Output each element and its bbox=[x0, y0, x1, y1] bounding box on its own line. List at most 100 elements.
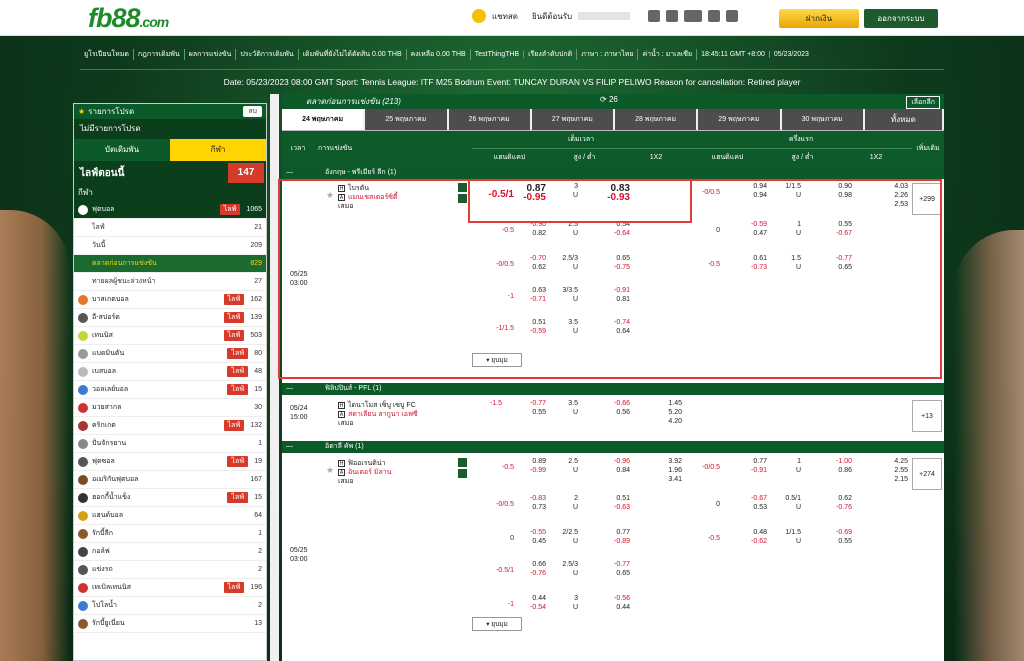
x12-odds[interactable]: 4.25 bbox=[878, 458, 908, 465]
nav-item[interactable]: เรียงลำดับปกติ bbox=[524, 49, 578, 60]
refresh-button[interactable]: ⟳ 26 bbox=[600, 95, 618, 104]
odds-value[interactable]: -0.76 bbox=[822, 504, 852, 511]
nav-item[interactable]: ค่าน้ำ : มาเลเซีย bbox=[638, 49, 698, 60]
odds-value[interactable]: 0.44 bbox=[600, 604, 630, 611]
under-label[interactable]: U bbox=[558, 570, 578, 577]
sidebar-subitem[interactable]: ไลฟ์ 21 bbox=[74, 219, 266, 237]
odds-value[interactable]: -0.99 bbox=[516, 467, 546, 474]
sidebar-subitem[interactable]: ตลาดก่อนการแข่งขัน 829 bbox=[74, 255, 266, 273]
odds-value[interactable]: 0.55 bbox=[516, 409, 546, 416]
collapse-button[interactable]: ▾ ยุบมุม bbox=[472, 617, 522, 631]
odds-value[interactable]: -0.77 bbox=[600, 561, 630, 568]
x12-odds[interactable]: 2.15 bbox=[878, 476, 908, 483]
sidebar-item-sport[interactable]: แบดมินตัน ไลฟ์ 80 bbox=[74, 345, 266, 363]
clear-favorites-button[interactable]: ลบ bbox=[243, 106, 262, 117]
ou-line[interactable]: 2/2.5 bbox=[558, 529, 578, 536]
odds-value[interactable]: -0.5 bbox=[690, 535, 720, 542]
x12-odds[interactable]: 4.20 bbox=[652, 418, 682, 425]
odds-value[interactable]: -0.5 bbox=[472, 464, 514, 471]
collapse-icon[interactable]: — bbox=[286, 169, 293, 176]
league-header[interactable]: — อังกฤษ - พรีเมียร์ ลีก (1) bbox=[282, 167, 944, 179]
under-label[interactable]: U bbox=[558, 504, 578, 511]
odds-value[interactable]: -1 bbox=[472, 601, 514, 608]
odds-value[interactable]: -0.54 bbox=[516, 604, 546, 611]
logo[interactable]: fb88.com bbox=[88, 3, 169, 34]
odds-value[interactable]: -0.96 bbox=[600, 458, 630, 465]
draw-label[interactable]: เสมอ bbox=[338, 418, 353, 429]
match-date[interactable]: 05/24 bbox=[290, 405, 308, 412]
x12-odds[interactable]: 5.20 bbox=[652, 409, 682, 416]
ou-line[interactable]: 3.5 bbox=[558, 400, 578, 407]
logout-button[interactable]: ออกจากระบบ bbox=[864, 9, 938, 28]
sidebar-item-sport[interactable]: อี-สปอร์ต ไลฟ์ 139 bbox=[74, 309, 266, 327]
date-tab[interactable]: 28 พฤษภาคม bbox=[615, 109, 697, 130]
sidebar-item-sport[interactable]: มวยสากล 30 bbox=[74, 399, 266, 417]
sidebar-item-sport[interactable]: วอลเลย์บอล ไลฟ์ 15 bbox=[74, 381, 266, 399]
star-icon[interactable]: ★ bbox=[326, 465, 334, 476]
odds-value[interactable]: -1.00 bbox=[822, 458, 852, 465]
date-tab[interactable]: 30 พฤษภาคม bbox=[781, 109, 863, 130]
date-tab[interactable]: 26 พฤษภาคม bbox=[448, 109, 530, 130]
sidebar-item-sport[interactable]: อเมริกันฟุตบอล 167 bbox=[74, 471, 266, 489]
x12-odds[interactable]: 1.96 bbox=[652, 467, 682, 474]
odds-value[interactable]: -0.91 bbox=[737, 467, 767, 474]
date-tab[interactable]: 27 พฤษภาคม bbox=[531, 109, 613, 130]
live-now-item[interactable]: ไลฟ์ตอนนี้ 147 bbox=[74, 161, 266, 185]
x12-odds[interactable]: 2.55 bbox=[878, 467, 908, 474]
sidebar-item-sport[interactable]: เทเบิลเทนนิส ไลฟ์ 196 bbox=[74, 579, 266, 597]
deposit-button[interactable]: ฝากเงิน bbox=[779, 9, 859, 28]
date-tab[interactable]: 29 พฤษภาคม bbox=[698, 109, 780, 130]
under-label[interactable]: U bbox=[558, 409, 578, 416]
odds-value[interactable]: -0.66 bbox=[600, 400, 630, 407]
collapse-icon[interactable]: — bbox=[286, 443, 293, 450]
odds-value[interactable]: 0.53 bbox=[737, 504, 767, 511]
sidebar-item-sport[interactable]: รักบี้ยูเนี่ยน 13 bbox=[74, 615, 266, 633]
sidebar-item-sport[interactable]: รักบี้ลีก 1 bbox=[74, 525, 266, 543]
nav-item[interactable]: เดิมพันที่ยังไม่ได้ตัดสิน 0.00 THB bbox=[299, 49, 407, 60]
sidebar-item-football[interactable]: ฟุตบอล ไลฟ์ 1065 bbox=[74, 201, 266, 219]
sidebar-item-sport[interactable]: โปโลน้ำ 2 bbox=[74, 597, 266, 615]
live-stream-icon[interactable] bbox=[458, 469, 467, 478]
odds-value[interactable]: -0/0.5 bbox=[690, 464, 720, 471]
ou-line[interactable]: 1 bbox=[777, 458, 801, 465]
odds-value[interactable]: -0.5/1 bbox=[472, 567, 514, 574]
odds-value[interactable]: -0.62 bbox=[737, 538, 767, 545]
odds-value[interactable]: -0.67 bbox=[737, 495, 767, 502]
odds-value[interactable]: 0.73 bbox=[516, 504, 546, 511]
odds-value[interactable]: 0.77 bbox=[737, 458, 767, 465]
select-league-button[interactable]: เลือกลีก bbox=[906, 96, 940, 109]
under-label[interactable]: U bbox=[558, 538, 578, 545]
sidebar-item-sport[interactable]: เทนนิส ไลฟ์ 503 bbox=[74, 327, 266, 345]
odds-value[interactable]: -0.89 bbox=[600, 538, 630, 545]
stats-icon[interactable] bbox=[458, 458, 467, 467]
sidebar-item-sport[interactable]: ปั่นจักรยาน 1 bbox=[74, 435, 266, 453]
under-label[interactable]: U bbox=[777, 467, 801, 474]
ou-line[interactable]: 1/1.5 bbox=[777, 529, 801, 536]
odds-value[interactable]: 0.55 bbox=[822, 538, 852, 545]
odds-value[interactable]: 0.51 bbox=[600, 495, 630, 502]
ou-line[interactable]: 3 bbox=[558, 595, 578, 602]
sidebar-item-sport[interactable]: คริกเกต ไลฟ์ 132 bbox=[74, 417, 266, 435]
chat-icon[interactable] bbox=[472, 9, 486, 23]
nav-item[interactable]: ประวัติการเดิมพัน bbox=[236, 49, 299, 60]
odds-value[interactable]: -0.69 bbox=[822, 529, 852, 536]
odds-value[interactable]: -1.5 bbox=[472, 400, 502, 407]
date-tab[interactable]: 25 พฤษภาคม bbox=[365, 109, 447, 130]
league-header[interactable]: — ฟิลิปปินส์ - PFL (1) bbox=[282, 383, 944, 395]
collapse-icon[interactable]: — bbox=[286, 385, 293, 392]
odds-value[interactable]: -0.56 bbox=[600, 595, 630, 602]
nav-item[interactable]: กฎการเดิมพัน bbox=[134, 49, 185, 60]
tab-bet-slip[interactable]: บัตเดิมพัน bbox=[74, 139, 170, 161]
sidebar-item-sport[interactable]: ฮอกกี้น้ำแข็ง ไลฟ์ 15 bbox=[74, 489, 266, 507]
under-label[interactable]: U bbox=[777, 538, 801, 545]
league-header[interactable]: — อิตาลี คัพ (1) bbox=[282, 441, 944, 453]
under-label[interactable]: U bbox=[558, 467, 578, 474]
match-date[interactable]: 05/25 bbox=[290, 547, 308, 554]
tab-sports[interactable]: กีฬา bbox=[170, 139, 266, 161]
odds-value[interactable]: 0.84 bbox=[600, 467, 630, 474]
sidebar-item-sport[interactable]: บาสเกตบอล ไลฟ์ 162 bbox=[74, 291, 266, 309]
bet-list-icon[interactable] bbox=[726, 10, 739, 22]
odds-value[interactable]: -0.55 bbox=[516, 529, 546, 536]
odds-value[interactable]: 0.66 bbox=[516, 561, 546, 568]
odds-value[interactable]: -0.76 bbox=[516, 570, 546, 577]
